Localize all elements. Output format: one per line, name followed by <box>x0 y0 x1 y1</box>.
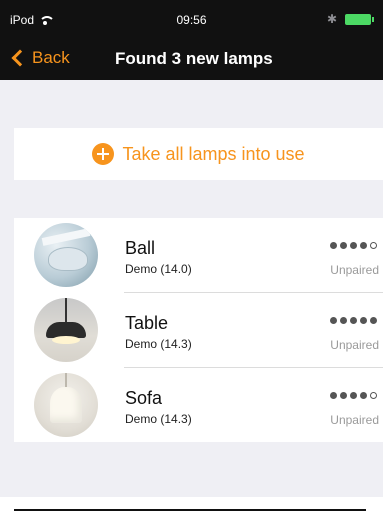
plus-circle-icon <box>92 143 115 165</box>
signal-strength-icon <box>330 392 377 399</box>
chevron-left-icon <box>11 49 29 67</box>
lamp-row-ball[interactable]: Ball Demo (14.0) Unpaired <box>14 218 383 293</box>
back-button[interactable]: Back <box>11 48 70 68</box>
lamp-name: Ball <box>125 238 156 258</box>
status-right: ✱ <box>326 12 374 26</box>
lamp-subtitle: Demo (14.3) <box>125 412 192 426</box>
bottom-divider <box>14 509 366 511</box>
lamp-list: Ball Demo (14.0) Unpaired Table Demo (14… <box>14 218 383 442</box>
lamp-name: Sofa <box>125 388 163 408</box>
page-title: Found 3 new lamps <box>115 49 273 68</box>
pair-status: Unpaired <box>330 263 379 277</box>
take-all-label: Take all lamps into use <box>122 143 305 164</box>
sofa-lamp-thumbnail <box>34 373 98 437</box>
signal-strength-icon <box>330 242 377 249</box>
lamp-name: Table <box>125 313 169 333</box>
status-time: 09:56 <box>176 13 207 27</box>
bluetooth-icon: ✱ <box>326 12 337 26</box>
signal-strength-icon <box>330 317 377 324</box>
nav-bar: Back Found 3 new lamps <box>0 38 383 80</box>
ball-lamp-thumbnail <box>34 223 98 287</box>
lamp-row-table[interactable]: Table Demo (14.3) Unpaired <box>14 293 383 368</box>
battery-icon <box>345 13 374 25</box>
lamp-subtitle: Demo (14.0) <box>125 262 192 276</box>
pair-status: Unpaired <box>330 413 379 427</box>
pair-status: Unpaired <box>330 338 379 352</box>
take-all-lamps-button[interactable]: Take all lamps into use <box>14 128 383 180</box>
lamp-row-sofa[interactable]: Sofa Demo (14.3) Unpaired <box>14 368 383 443</box>
table-lamp-thumbnail <box>34 298 98 362</box>
app-screen: iPod 09:56 ✱ Back Found 3 new lamps Take… <box>0 0 383 523</box>
lamp-subtitle: Demo (14.3) <box>125 337 192 351</box>
status-bar: iPod 09:56 ✱ <box>0 0 383 38</box>
back-label: Back <box>32 48 70 67</box>
